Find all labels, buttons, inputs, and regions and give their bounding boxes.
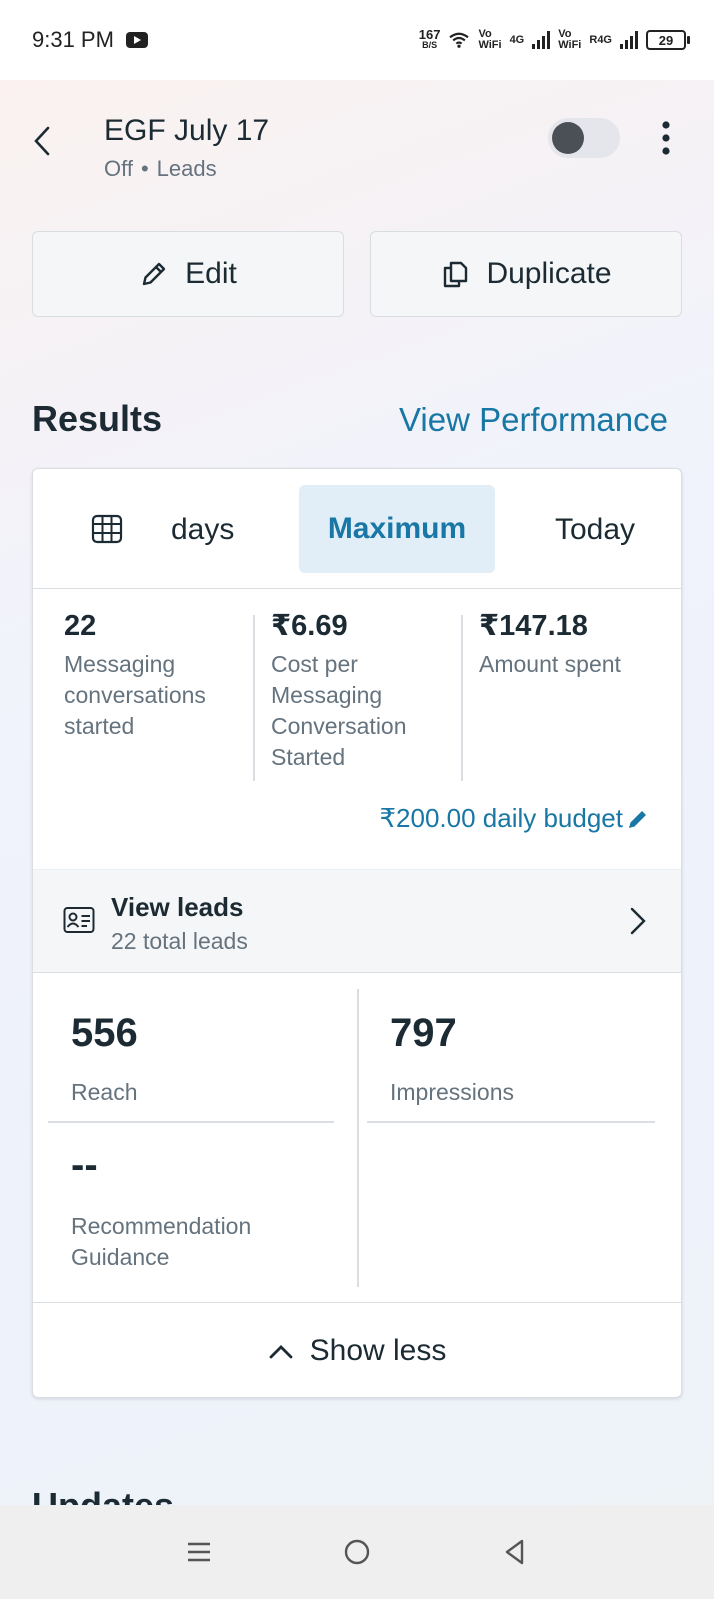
view-performance-link[interactable]: View Performance <box>399 401 668 439</box>
more-options-icon[interactable] <box>660 120 672 156</box>
show-less-button[interactable]: Show less <box>33 1303 681 1397</box>
sim1-bottom: WiFi <box>478 39 502 51</box>
subtitle-separator: • <box>140 156 149 181</box>
range-today-tab[interactable]: Today <box>555 513 635 547</box>
results-title: Results <box>32 398 163 439</box>
sim1-label: Vo WiFi <box>478 29 501 51</box>
youtube-icon <box>125 32 148 48</box>
stat-separator <box>367 1121 655 1123</box>
duplicate-button[interactable]: Duplicate <box>370 231 682 317</box>
recommendation-value: -- <box>71 1143 98 1187</box>
reach-value: 556 <box>71 1011 138 1055</box>
reach-label: Reach <box>71 1079 138 1105</box>
home-icon[interactable] <box>342 1537 372 1567</box>
duplicate-icon <box>444 261 468 288</box>
campaign-objective: Leads <box>156 156 217 181</box>
stats-grid: 556 Reach 797 Impressions -- Recommendat… <box>33 973 681 1303</box>
sim2-bottom: WiFi <box>558 39 582 51</box>
back-nav-icon[interactable] <box>500 1537 530 1567</box>
campaign-subtitle: Off • Leads <box>104 156 217 182</box>
stats-divider <box>357 989 359 1287</box>
contact-card-icon <box>63 907 95 933</box>
recommendation-label: Recommendation Guidance <box>71 1213 252 1270</box>
metric-label: Amount spent <box>479 651 621 677</box>
impressions-label: Impressions <box>390 1079 514 1105</box>
net-speed: 167 B/S <box>418 27 441 51</box>
stat-separator <box>48 1121 334 1123</box>
calendar-table-icon[interactable] <box>91 513 123 545</box>
metric-messaging-conversations: 22 Messaging conversations started <box>64 609 234 742</box>
metric-divider <box>461 615 463 781</box>
status-right: 167 B/S Vo WiFi 4G Vo WiFi R4G 29 <box>418 27 690 51</box>
daily-budget-link[interactable]: ₹200.00 daily budget <box>379 803 649 834</box>
status-left: 9:31 PM <box>32 27 148 53</box>
metric-value: ₹147.18 <box>479 610 588 642</box>
total-leads-count: 22 total leads <box>111 928 248 954</box>
toggle-knob <box>552 122 584 154</box>
results-card: days Maximum Today 22 Messaging conversa… <box>32 468 682 1398</box>
pencil-edit-icon <box>629 810 646 828</box>
metric-value: ₹6.69 <box>271 610 348 642</box>
wifi-icon <box>449 32 470 48</box>
range-days-tab[interactable]: days <box>171 513 234 547</box>
show-less-label: Show less <box>309 1334 447 1367</box>
view-leads-row[interactable]: View leads 22 total leads <box>33 869 681 973</box>
signal-2-icon <box>620 31 638 49</box>
sim1-type: 4G <box>509 34 525 46</box>
net-speed-value: 167 <box>418 27 441 42</box>
date-range-selector: days Maximum Today <box>33 469 681 589</box>
edit-label: Edit <box>185 257 237 290</box>
system-nav-bar <box>0 1505 714 1599</box>
sim2-label: Vo WiFi <box>558 29 581 51</box>
campaign-toggle[interactable] <box>548 118 620 158</box>
chevron-right-icon <box>630 907 646 935</box>
metric-divider <box>253 615 255 781</box>
daily-budget-text: ₹200.00 daily budget <box>379 803 623 833</box>
action-row: Edit Duplicate <box>32 231 682 317</box>
campaign-header: EGF July 17 Off • Leads <box>0 110 714 190</box>
campaign-title: EGF July 17 <box>104 114 270 147</box>
signal-1-icon <box>532 31 551 49</box>
sim2-type: R4G <box>589 34 612 46</box>
pencil-icon <box>142 262 166 286</box>
metrics-row: 22 Messaging conversations started ₹6.69… <box>33 609 681 779</box>
metric-cost-per-conversation: ₹6.69 Cost per Messaging Conversation St… <box>271 609 431 773</box>
back-arrow-icon[interactable] <box>30 124 54 158</box>
updates-section-title: Updates <box>32 1485 175 1506</box>
view-leads-title: View leads <box>111 892 244 922</box>
metric-label: Messaging conversations started <box>64 651 206 739</box>
duplicate-label: Duplicate <box>486 257 612 290</box>
metric-amount-spent: ₹147.18 Amount spent <box>479 609 649 680</box>
results-header: Results View Performance <box>32 398 668 440</box>
edit-button[interactable]: Edit <box>32 231 344 317</box>
impressions-value: 797 <box>390 1011 457 1055</box>
status-bar: 9:31 PM 167 B/S Vo WiFi 4G Vo WiFi R4G 2… <box>0 0 714 80</box>
chevron-up-icon <box>269 1345 293 1359</box>
clock: 9:31 PM <box>32 27 114 52</box>
net-speed-unit: B/S <box>422 40 438 50</box>
campaign-status: Off <box>104 156 133 181</box>
recent-apps-icon[interactable] <box>184 1537 214 1567</box>
battery-level: 29 <box>646 30 686 50</box>
metric-label: Cost per Messaging Conversation Started <box>271 651 407 770</box>
metric-value: 22 <box>64 610 97 642</box>
range-maximum-tab[interactable]: Maximum <box>299 485 495 573</box>
battery-icon: 29 <box>646 30 690 50</box>
